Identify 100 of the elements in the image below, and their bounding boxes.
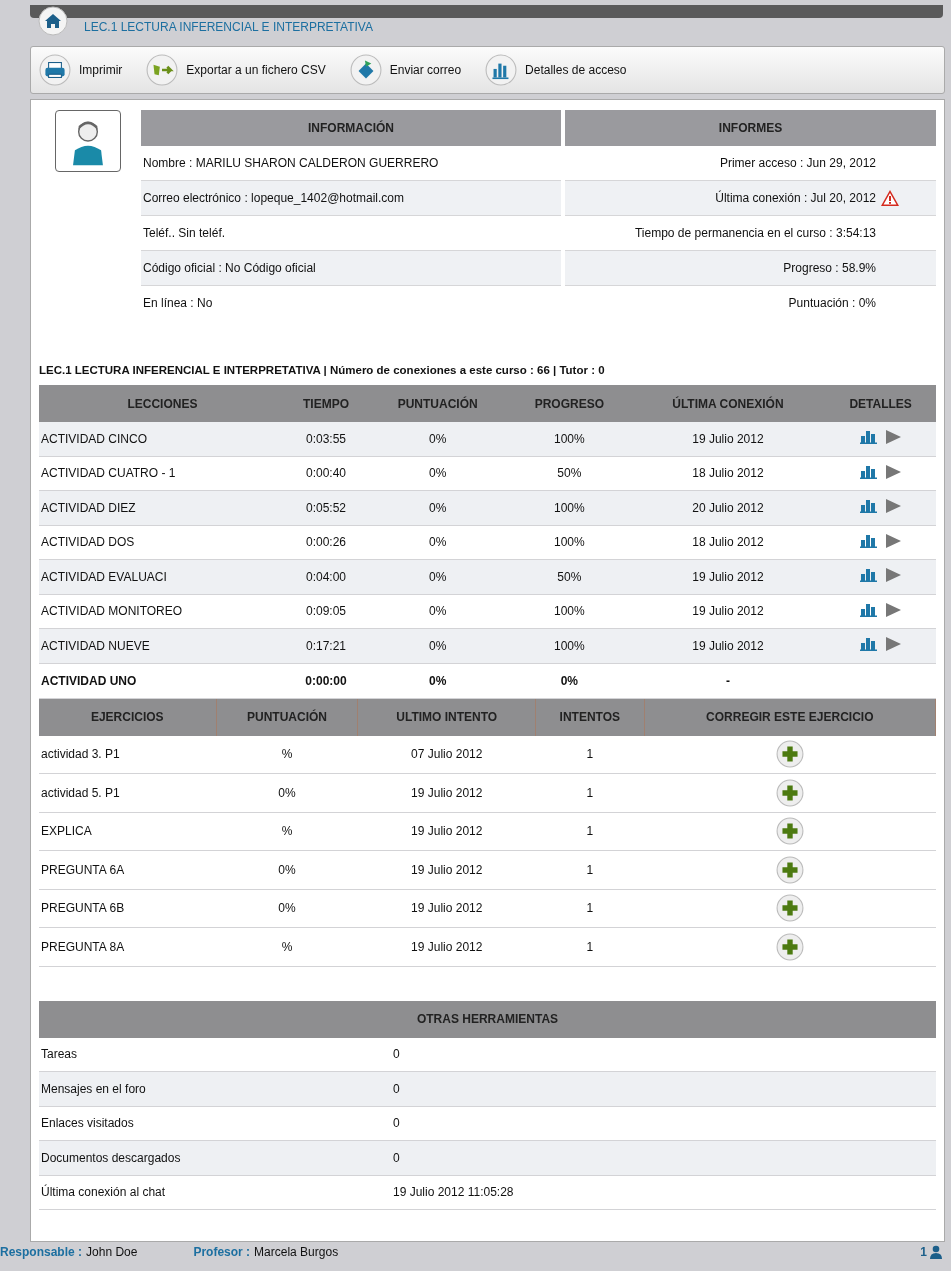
report-text: Progreso : 58.9%: [783, 261, 876, 275]
table-cell: -: [725, 673, 730, 688]
table-cell: 0%: [429, 638, 447, 653]
table-cell: 0:03:55: [306, 431, 347, 446]
column-header: OTRAS HERRAMIENTAS: [39, 1000, 936, 1038]
bar-chart-icon[interactable]: [859, 568, 878, 583]
table-cell: 1: [586, 862, 594, 877]
table-cell: 19 Julio 2012: [411, 939, 483, 954]
breadcrumb-link[interactable]: LEC.1 LECTURA INFERENCIAL E INTERPRETATIVA: [84, 20, 373, 34]
table-cell: Tareas: [41, 1047, 78, 1062]
table-cell: ACTIVIDAD CUATRO - 1: [41, 466, 176, 481]
table-cell: 0%: [278, 785, 296, 800]
table-cell: 19 Julio 2012: [411, 901, 483, 916]
table-cell: Mensajes en el foro: [41, 1081, 146, 1096]
table-cell: 1: [586, 939, 594, 954]
table-cell: ACTIVIDAD MONITOREO: [41, 604, 183, 619]
table-cell: Última conexión al chat: [41, 1185, 166, 1200]
column-header: CORREGIR ESTE EJERCICIO: [644, 698, 936, 736]
details-icons[interactable]: [859, 568, 902, 583]
bar-chart-icon[interactable]: [859, 602, 878, 617]
home-icon[interactable]: [38, 6, 68, 36]
add-icon[interactable]: [775, 855, 804, 884]
table-cell: %: [281, 824, 293, 839]
column-header: ULTIMO INTENTO: [357, 698, 536, 736]
footer-label: Profesor :: [193, 1245, 251, 1259]
report-text: Tiempo de permanencia en el curso : 3:54:13: [634, 226, 876, 240]
table-cell: 19 Julio 2012: [411, 824, 483, 839]
add-icon[interactable]: [775, 932, 804, 961]
table-cell: actividad 3. P1: [41, 747, 120, 762]
bar-chart-icon[interactable]: [859, 637, 878, 652]
bar-chart-icon: [485, 54, 518, 86]
table-cell: 1: [586, 785, 594, 800]
table-cell: 50%: [557, 466, 582, 481]
bar-chart-icon[interactable]: [859, 464, 878, 479]
details-icons[interactable]: [859, 430, 902, 445]
report-text: Última conexión : Jul 20, 2012: [715, 191, 876, 205]
column-header: TIEMPO: [284, 385, 368, 422]
table-cell: 07 Julio 2012: [411, 747, 483, 762]
table-cell: PREGUNTA 8A: [41, 939, 125, 954]
table-cell: actividad 5. P1: [41, 785, 120, 800]
column-header: LECCIONES: [39, 385, 285, 422]
add-icon[interactable]: [775, 740, 804, 769]
column-header: INFORMES: [565, 110, 936, 146]
column-header: EJERCICIOS: [39, 698, 216, 736]
bar-chart-icon[interactable]: [859, 430, 878, 445]
play-icon[interactable]: [883, 568, 902, 583]
table-cell: 0%: [560, 673, 578, 688]
details-icons[interactable]: [859, 637, 902, 652]
table-cell: 0: [393, 1047, 400, 1062]
play-icon[interactable]: [883, 464, 902, 479]
play-icon[interactable]: [883, 533, 902, 548]
toolbar-button[interactable]: Enviar correo: [349, 54, 462, 86]
table-cell: 19 Julio 2012 11:05:28: [393, 1185, 514, 1200]
mail-icon: [349, 54, 382, 86]
table-cell: 100%: [554, 535, 585, 550]
table-cell: 100%: [554, 604, 585, 619]
play-icon[interactable]: [883, 602, 902, 617]
table-cell: 0:17:21: [306, 638, 347, 653]
table-cell: 19 Julio 2012: [692, 604, 764, 619]
report-text: Primer acceso : Jun 29, 2012: [719, 156, 876, 170]
table-cell: 20 Julio 2012: [692, 500, 764, 515]
add-icon[interactable]: [775, 894, 804, 923]
table-cell: 19 Julio 2012: [411, 785, 483, 800]
details-icons[interactable]: [859, 499, 902, 514]
info-text: Correo electrónico : lopeque_1402@hotmail.com: [143, 191, 404, 205]
bar-chart-icon[interactable]: [859, 499, 878, 514]
details-icons[interactable]: [859, 464, 902, 479]
table-cell: 100%: [554, 431, 585, 446]
table-cell: 19 Julio 2012: [692, 638, 764, 653]
play-icon[interactable]: [883, 430, 902, 445]
toolbar-button[interactable]: Detalles de acceso: [485, 54, 627, 86]
table-cell: 19 Julio 2012: [411, 862, 483, 877]
table-cell: 19 Julio 2012: [692, 431, 764, 446]
table-cell: 50%: [557, 569, 582, 584]
play-icon[interactable]: [883, 499, 902, 514]
table-cell: 0: [393, 1116, 400, 1131]
table-cell: 0:04:00: [306, 569, 347, 584]
table-cell: EXPLICA: [41, 824, 92, 839]
details-icons[interactable]: [859, 533, 902, 548]
table-cell: 1: [586, 747, 594, 762]
info-text: En línea : No: [143, 296, 213, 310]
add-icon[interactable]: [775, 778, 804, 807]
bar-chart-icon[interactable]: [859, 533, 878, 548]
toolbar-button[interactable]: Imprimir: [39, 54, 123, 86]
toolbar-button[interactable]: Exportar a un fichero CSV: [146, 54, 326, 86]
info-text: Código oficial : No Código oficial: [143, 261, 316, 275]
play-icon[interactable]: [883, 637, 902, 652]
table-cell: 19 Julio 2012: [692, 569, 764, 584]
details-icons[interactable]: [859, 602, 902, 617]
column-header: PROGRESO: [508, 385, 631, 422]
user-icon[interactable]: [929, 1245, 943, 1259]
table-cell: ACTIVIDAD EVALUACI: [41, 569, 167, 584]
table-cell: 0%: [429, 466, 447, 481]
table-cell: 1: [586, 824, 594, 839]
export-icon: [146, 54, 179, 86]
table-cell: 18 Julio 2012: [692, 535, 764, 550]
avatar-icon: [55, 110, 121, 172]
table-cell: 0%: [429, 569, 447, 584]
table-cell: 100%: [554, 638, 585, 653]
add-icon[interactable]: [775, 817, 804, 846]
